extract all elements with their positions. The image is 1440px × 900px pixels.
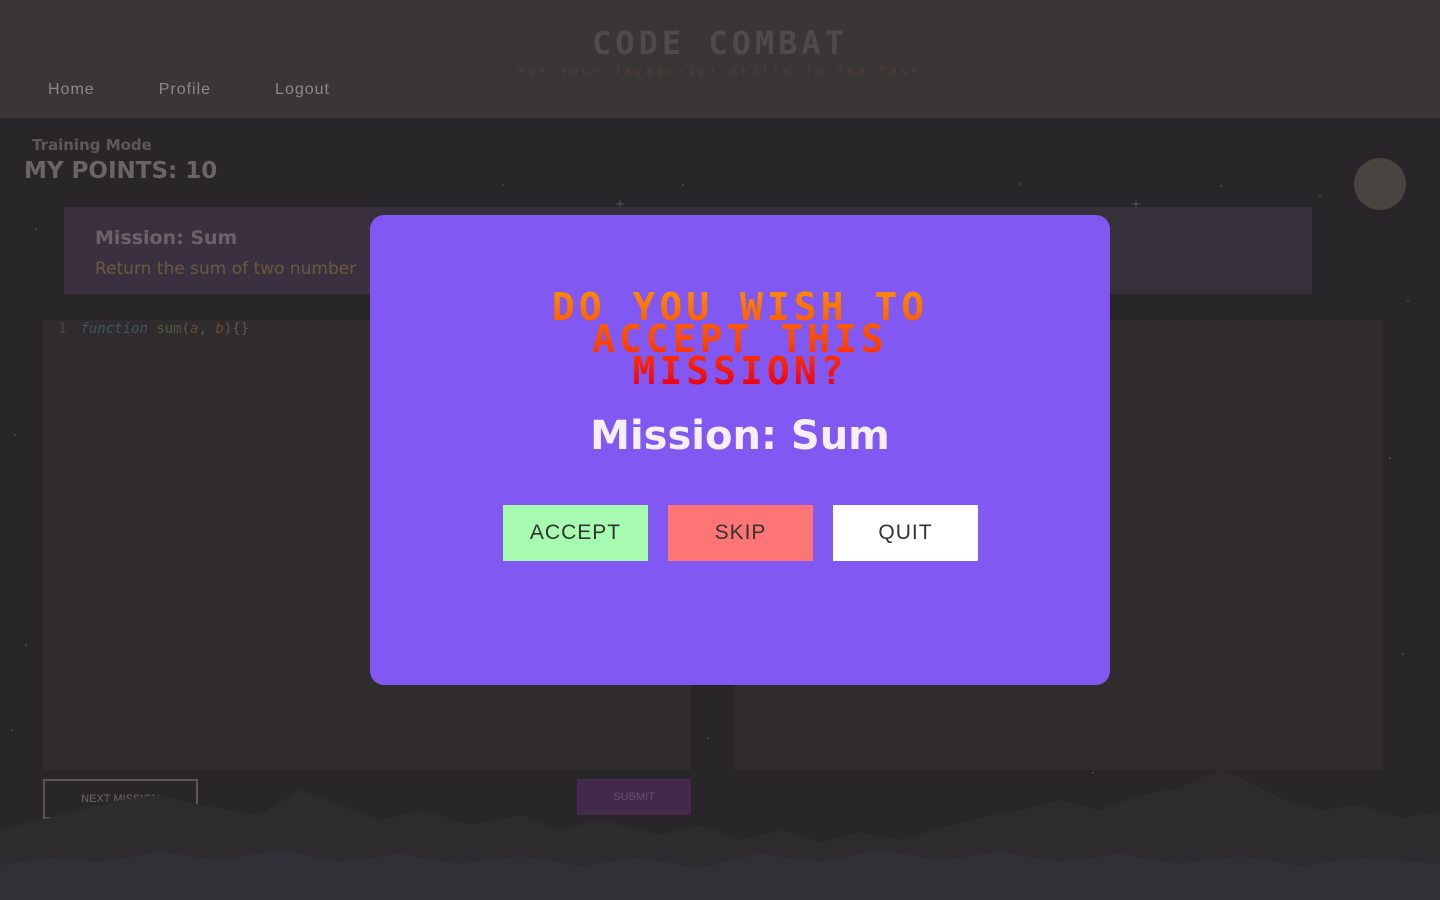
modal-mission-title: Mission: Sum — [590, 413, 890, 459]
quit-button[interactable]: QUIT — [833, 505, 978, 561]
mission-modal: DO YOU WISH TO ACCEPT THIS MISSION? Miss… — [370, 215, 1110, 685]
game-screen: CODE COMBAT Put Your JavaScript Skills T… — [0, 0, 1440, 900]
modal-button-row: ACCEPT SKIP QUIT — [503, 505, 978, 561]
accept-button[interactable]: ACCEPT — [503, 505, 648, 561]
skip-button[interactable]: SKIP — [668, 505, 813, 561]
modal-heading: DO YOU WISH TO ACCEPT THIS MISSION? — [500, 288, 980, 390]
